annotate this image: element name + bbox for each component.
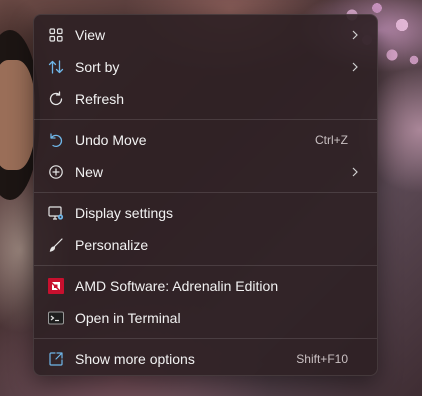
amd-logo-icon (48, 278, 64, 294)
menu-item-label: Refresh (75, 91, 125, 107)
separator (34, 119, 377, 120)
shortcut-label: Ctrl+Z (315, 133, 348, 147)
grid-icon (48, 27, 64, 43)
menu-item-personalize[interactable]: Personalize (38, 229, 373, 261)
separator (34, 192, 377, 193)
show-more-icon (48, 351, 64, 367)
undo-icon (48, 132, 64, 148)
menu-item-label: Personalize (75, 237, 149, 253)
refresh-icon (48, 91, 64, 107)
sort-arrows-icon (48, 59, 64, 75)
terminal-icon (48, 310, 64, 326)
menu-item-new[interactable]: New (38, 156, 373, 188)
chevron-right-icon (350, 30, 360, 40)
menu-item-label: Display settings (75, 205, 174, 221)
desktop-context-menu: View Sort by Refresh Undo Move Ctrl+Z Ne… (33, 14, 378, 376)
separator (34, 265, 377, 266)
menu-item-open-in-terminal[interactable]: Open in Terminal (38, 302, 373, 334)
separator (34, 338, 377, 339)
wallpaper-figure-face (0, 60, 35, 170)
menu-item-label: Sort by (75, 59, 120, 75)
menu-item-undo-move[interactable]: Undo Move Ctrl+Z (38, 124, 373, 156)
menu-item-label: AMD Software: Adrenalin Edition (75, 278, 279, 294)
chevron-right-icon (350, 167, 360, 177)
display-settings-icon (48, 205, 64, 221)
chevron-right-icon (350, 62, 360, 72)
menu-item-label: Show more options (75, 351, 195, 367)
plus-circle-icon (48, 164, 64, 180)
brush-icon (48, 237, 64, 253)
menu-item-sort-by[interactable]: Sort by (38, 51, 373, 83)
menu-item-label: Open in Terminal (75, 310, 181, 326)
menu-item-amd-software[interactable]: AMD Software: Adrenalin Edition (38, 270, 373, 302)
menu-item-display-settings[interactable]: Display settings (38, 197, 373, 229)
menu-item-show-more-options[interactable]: Show more options Shift+F10 (38, 343, 373, 375)
menu-item-refresh[interactable]: Refresh (38, 83, 373, 115)
menu-item-label: New (75, 164, 104, 180)
menu-item-label: Undo Move (75, 132, 147, 148)
shortcut-label: Shift+F10 (296, 352, 348, 366)
menu-item-view[interactable]: View (38, 19, 373, 51)
menu-item-label: View (75, 27, 106, 43)
